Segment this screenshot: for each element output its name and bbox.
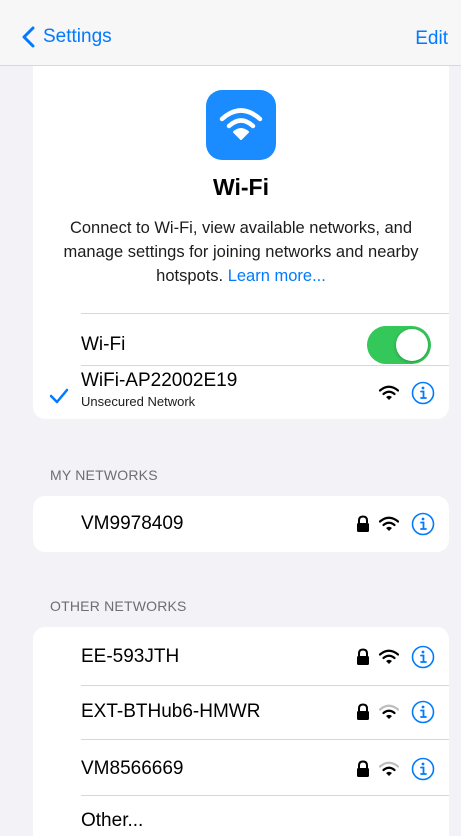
divider: [81, 739, 449, 740]
lock-icon: [357, 515, 369, 532]
network-name: EE-593JTH: [81, 646, 180, 667]
row-icons: [355, 757, 435, 781]
divider: [81, 795, 449, 796]
chevron-left-icon: [22, 26, 35, 48]
wifi-signal-icon: [379, 704, 399, 719]
wifi-card: Wi-Fi Connect to Wi-Fi, view available n…: [33, 66, 449, 419]
other-networks-card: EE-593JTH EXT-BTHub6-HMWR VM8566669 Othe…: [33, 627, 449, 836]
row-icons: [355, 512, 435, 536]
info-icon[interactable]: [411, 645, 435, 669]
row-icons: [379, 381, 435, 405]
wifi-signal-icon: [379, 516, 399, 531]
list-item[interactable]: VM9978409: [33, 499, 449, 549]
network-name: EXT-BTHub6-HMWR: [81, 701, 261, 722]
learn-more-link[interactable]: Learn more...: [228, 267, 326, 285]
my-networks-card: VM9978409: [33, 496, 449, 552]
info-icon[interactable]: [411, 757, 435, 781]
list-item[interactable]: VM8566669: [33, 744, 449, 794]
page-description: Connect to Wi-Fi, view available network…: [47, 216, 435, 288]
other-network-label: Other...: [81, 810, 144, 831]
lock-icon: [357, 760, 369, 777]
wifi-signal-icon: [379, 649, 399, 664]
back-button[interactable]: Settings: [22, 26, 112, 48]
other-networks-header: OTHER NETWORKS: [50, 598, 187, 614]
lock-icon: [357, 648, 369, 665]
page-title: Wi-Fi: [213, 174, 269, 200]
toggle-knob: [396, 329, 428, 361]
info-icon[interactable]: [411, 381, 435, 405]
network-name: VM8566669: [81, 758, 184, 779]
wifi-signal-icon: [379, 761, 399, 776]
divider: [81, 685, 449, 686]
divider: [81, 313, 449, 314]
connected-network-name: WiFi-AP22002E19: [81, 370, 238, 391]
edit-button[interactable]: Edit: [415, 28, 448, 50]
info-icon[interactable]: [411, 700, 435, 724]
wifi-toggle-label: Wi-Fi: [81, 334, 126, 355]
list-item[interactable]: EE-593JTH: [33, 632, 449, 682]
my-networks-header: MY NETWORKS: [50, 467, 158, 483]
lock-icon: [357, 703, 369, 720]
wifi-toggle-switch[interactable]: [367, 326, 431, 364]
wifi-icon: [219, 108, 263, 140]
checkmark-icon: [49, 388, 69, 404]
connected-network-status: Unsecured Network: [81, 394, 196, 409]
connected-network-row[interactable]: WiFi-AP22002E19 Unsecured Network: [33, 366, 449, 419]
list-item[interactable]: EXT-BTHub6-HMWR: [33, 687, 449, 737]
navigation-bar: Settings Edit: [0, 0, 461, 66]
network-name: VM9978409: [81, 513, 184, 534]
other-network-row[interactable]: Other...: [33, 799, 449, 836]
back-label: Settings: [43, 26, 112, 47]
info-icon[interactable]: [411, 512, 435, 536]
row-icons: [355, 645, 435, 669]
wifi-app-icon: [206, 90, 276, 160]
wifi-signal-icon: [379, 385, 399, 400]
row-icons: [355, 700, 435, 724]
